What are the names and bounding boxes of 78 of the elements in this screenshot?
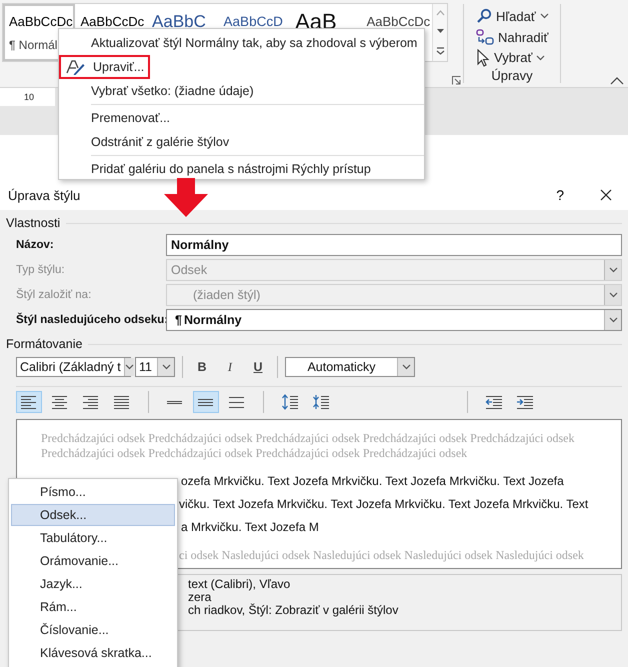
chevron-icon (402, 364, 410, 370)
chevron-icon (162, 364, 170, 370)
search-icon (476, 8, 492, 24)
menu-item[interactable]: Orámovanie... (11, 550, 175, 572)
pen-icon (65, 59, 85, 75)
description-text: ch riadkov, Štýl: Zobraziť v galérii štýlov (188, 604, 400, 617)
menu-item[interactable]: Číslovanie... (11, 619, 175, 641)
menu-item[interactable]: Odstrániť z galérie štýlov (59, 135, 230, 149)
menu-item[interactable]: Premenovať... (59, 111, 170, 125)
scroll-down-icon[interactable] (436, 28, 445, 34)
field-label: Štýl založiť na: (16, 289, 92, 301)
preview-text: Predchádzajúci odsek Predchádzajúci odsek Predchádzajúci odsek Predchádzajúci odsek (41, 446, 468, 461)
menu-item[interactable]: Upraviť... (93, 60, 144, 74)
description-text: zera (188, 591, 212, 604)
line-spacing-icon (228, 394, 246, 410)
field-label: Typ štýlu: (16, 264, 66, 276)
ruler-number: 10 (24, 92, 34, 102)
paragraph-spacing-icon (312, 394, 330, 410)
section-heading: Vlastnosti (6, 216, 60, 230)
group-label: Úpravy (491, 68, 533, 84)
menu-item[interactable]: Tabulátory... (11, 527, 175, 549)
chevron-icon (608, 267, 618, 273)
dialog-launcher-icon[interactable] (452, 76, 461, 85)
more-icon[interactable] (436, 46, 445, 55)
pilcrow-icon: ¶ (167, 313, 182, 327)
size-dropdown[interactable]: 11 (135, 357, 175, 377)
paragraph-spacing-icon (281, 394, 299, 410)
align-right-icon (82, 394, 100, 410)
preview-text: Predchádzajúci odsek Predchádzajúci odsek Predchádzajúci odsek Predchádzajúci odsek Predchádzajúci odsek (41, 431, 576, 446)
indent-increase-icon (516, 394, 534, 410)
chevron-icon[interactable] (540, 13, 549, 20)
section-heading: Formátovanie (6, 337, 82, 351)
chevron-icon[interactable] (536, 54, 546, 61)
format-button[interactable]: U (246, 357, 270, 377)
justify-icon (113, 394, 131, 410)
close-icon[interactable] (600, 189, 612, 201)
window-title: Úprava štýlu (8, 188, 80, 202)
menu-item[interactable]: Jazyk... (11, 573, 175, 595)
align-center-icon (51, 394, 69, 410)
chevron-icon (124, 364, 134, 370)
dropdown-field[interactable]: ¶ Normálny (166, 309, 622, 331)
color-dropdown[interactable]: Automaticky (285, 357, 415, 377)
dropdown-field: (žiaden štýl) (166, 284, 622, 306)
preview-text: ci odsek Nasledujúci odsek Nasledujúci odsek Nasledujúci odsek Nasledujúci odsek (179, 548, 584, 563)
preview-text: ozefa Mrkvičku. Text Jozefa Mrkvičku. Text Jozefa Mrkvičku. Text Jozefa (181, 473, 564, 490)
format-button[interactable]: I (218, 357, 242, 377)
font-dropdown[interactable]: Calibri (Základný t (16, 357, 131, 377)
field-label: Štýl nasledujúceho odseku: (16, 314, 166, 326)
chevron-icon (608, 317, 618, 323)
down-arrow (163, 178, 209, 218)
menu-item[interactable]: Písmo... (11, 481, 175, 503)
preview-text: a Mrkvičku. Text Jozefa M (181, 519, 319, 536)
indent-decrease-icon (485, 394, 503, 410)
preview-text: vičku. Text Jozefa Mrkvičku. Text Jozefa Mrkvičku. Text Jozefa Mrkvičku. Text (179, 496, 588, 513)
ribbon-button[interactable]: Nahradiť (498, 30, 548, 44)
replace-icon (476, 28, 494, 46)
line-spacing-icon (166, 400, 184, 404)
menu-item[interactable]: Odsek... (11, 504, 175, 526)
menu-item[interactable]: Klávesová skratka... (11, 642, 175, 664)
toolbar-button[interactable] (16, 391, 42, 413)
dropdown-field: Odsek (166, 259, 622, 281)
pointer-icon (476, 48, 490, 67)
menu-item[interactable]: Pridať galériu do panela s nástrojmi Rýchly prístup (59, 162, 371, 176)
style-name: ¶ Normál (9, 38, 58, 52)
collapse-icon[interactable] (610, 77, 624, 85)
description-text: text (Calibri), Vľavo (188, 578, 292, 591)
menu-item[interactable]: Rám... (11, 596, 175, 618)
chevron-icon (608, 292, 618, 298)
field-label: Názov: (16, 239, 55, 251)
help-button[interactable]: ? (552, 187, 568, 203)
format-button[interactable]: B (190, 357, 214, 377)
toolbar-button[interactable] (193, 391, 219, 413)
style-preview: AaBbCcDc (9, 13, 73, 31)
input-field[interactable]: Normálny (166, 234, 622, 256)
align-left-icon (20, 394, 38, 410)
ribbon-button[interactable]: Hľadať (496, 8, 536, 24)
menu-item[interactable]: Vybrať všetko: (žiadne údaje) (59, 84, 254, 98)
ribbon-button[interactable]: Vybrať (494, 50, 532, 66)
